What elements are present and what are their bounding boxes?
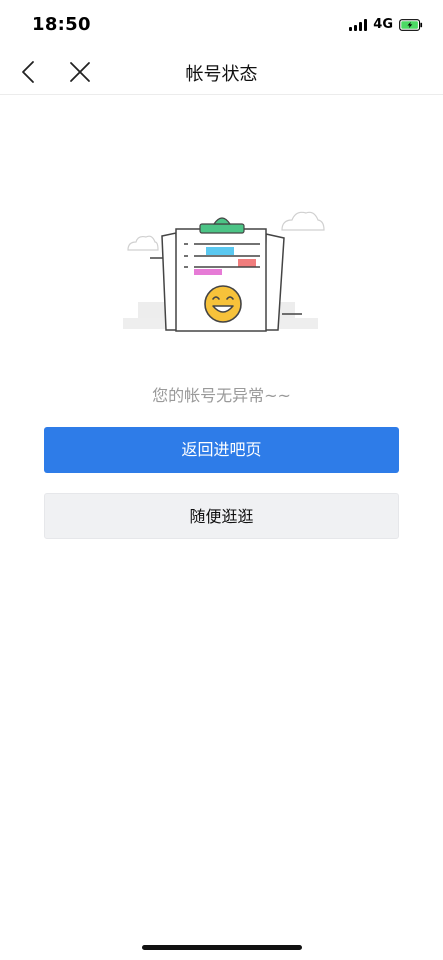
home-indicator[interactable] <box>142 945 302 950</box>
status-indicators: 4G <box>349 17 423 32</box>
status-bar: 18:50 4G <box>0 0 443 50</box>
network-label: 4G <box>373 17 393 32</box>
nav-bar: 帐号状态 <box>0 50 443 95</box>
clipboard-smile-illustration <box>123 211 325 332</box>
battery-icon <box>399 18 423 31</box>
page-title: 帐号状态 <box>185 64 258 85</box>
account-status-message: 您的帐号无异常~~ <box>152 386 291 405</box>
signal-icon <box>349 18 368 31</box>
browse-button[interactable]: 随便逛逛 <box>44 493 399 539</box>
return-button[interactable]: 返回进吧页 <box>44 427 399 473</box>
status-time: 18:50 <box>32 14 91 35</box>
